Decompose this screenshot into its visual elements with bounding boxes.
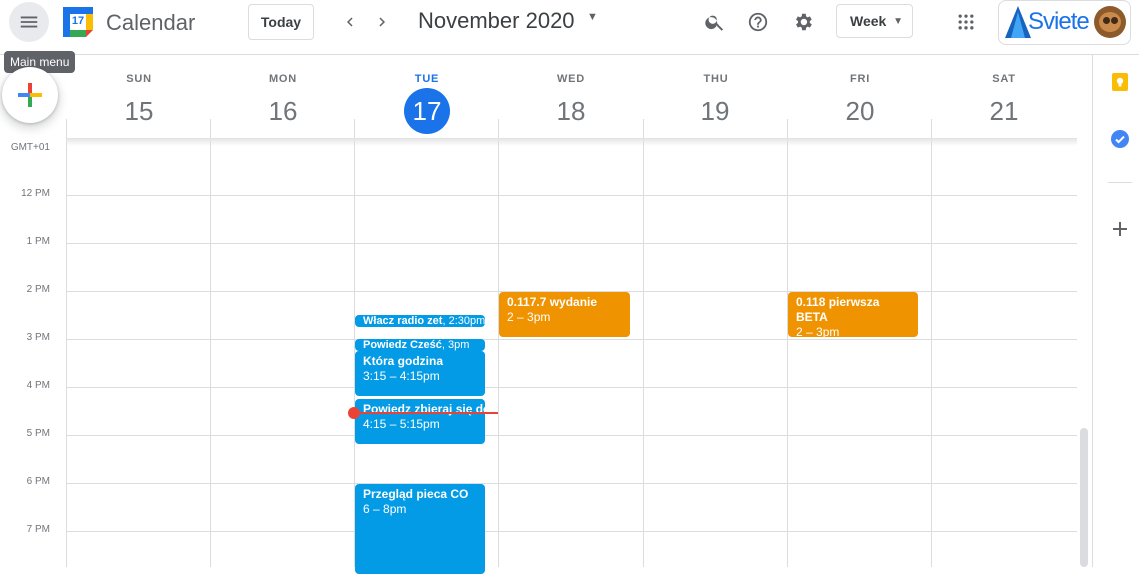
time-label: 1 PM (26, 236, 50, 247)
grid-line (498, 119, 499, 567)
event-godzina[interactable]: Która godzina 3:15 – 4:15pm (355, 351, 485, 396)
event-title: Która godzina (363, 354, 443, 368)
grid-line (66, 483, 1077, 484)
scrollbar-thumb[interactable] (1080, 428, 1088, 567)
time-label: 4 PM (26, 380, 50, 391)
grid-line (210, 119, 211, 567)
settings-button[interactable] (783, 2, 823, 42)
event-beta[interactable]: 0.118 pierwsza BETA 2 – 3pm (788, 292, 918, 337)
grid-line (66, 387, 1077, 388)
timezone-label: GMT+01 (10, 142, 50, 153)
current-time-line (354, 412, 498, 414)
event-title: Powiedz Cześć (363, 339, 442, 351)
event-title: Włacz radio zet (363, 315, 443, 327)
time-label: 12 PM (21, 188, 50, 199)
get-addons-button[interactable] (1108, 217, 1132, 241)
current-time-dot (348, 407, 360, 419)
grid-line (66, 195, 1077, 196)
grid-line (66, 243, 1077, 244)
day-of-week-wed: WED (556, 73, 586, 85)
keep-icon (1112, 73, 1128, 91)
keep-button[interactable] (1106, 68, 1134, 96)
event-time: 3:15 – 4:15pm (363, 369, 440, 383)
month-title[interactable]: November 2020 (418, 8, 575, 34)
tasks-button[interactable] (1106, 125, 1134, 153)
event-time: 4:15 – 5:15pm (363, 417, 440, 431)
main-menu-button[interactable] (9, 2, 49, 42)
day-of-week-fri: FRI (849, 73, 871, 85)
grid-line (66, 119, 67, 567)
help-icon (748, 12, 768, 32)
time-label: 2 PM (26, 284, 50, 295)
day-of-week-mon: MON (268, 73, 298, 85)
apps-grid-icon (958, 14, 974, 30)
plus-icon (1113, 222, 1127, 236)
app-title[interactable]: Calendar (106, 10, 195, 36)
today-button[interactable]: Today (248, 4, 314, 40)
chevron-left-icon (347, 17, 353, 27)
time-label: 6 PM (26, 476, 50, 487)
calendar-logo-icon: 17 (62, 6, 94, 38)
plus-icon (18, 83, 42, 107)
day-of-week-sat: SAT (992, 73, 1016, 85)
gear-icon (796, 13, 812, 31)
event-time: 2 – 3pm (796, 325, 840, 337)
grid-line (66, 339, 1077, 340)
day-number-20[interactable]: 20 (837, 88, 883, 134)
time-label: 5 PM (26, 428, 50, 439)
event-wydanie[interactable]: 0.117.7 wydanie 2 – 3pm (499, 292, 630, 337)
header-shadow (66, 138, 1077, 146)
google-apps-button[interactable] (946, 2, 986, 42)
hamburger-icon (20, 16, 38, 28)
create-button[interactable] (2, 67, 58, 123)
help-button[interactable] (738, 2, 778, 42)
event-time: 2 – 3pm (507, 310, 551, 324)
search-icon (705, 15, 724, 31)
day-of-week-tue: TUE (414, 73, 440, 85)
event-piec[interactable]: Przegląd pieca CO 6 – 8pm (355, 484, 485, 574)
view-switcher[interactable]: Week ▼ (836, 4, 913, 38)
event-time: 3pm (447, 339, 470, 351)
day-number-19[interactable]: 19 (692, 88, 738, 134)
day-number-16[interactable]: 16 (260, 88, 306, 134)
day-number-18[interactable]: 18 (548, 88, 594, 134)
calendar-logo-day: 17 (71, 15, 85, 27)
panel-divider (1108, 182, 1132, 183)
day-of-week-sun: SUN (126, 73, 152, 85)
time-label: 3 PM (26, 332, 50, 343)
grid-line (66, 435, 1077, 436)
grid-line (787, 119, 788, 567)
brand-name: Sviete (1028, 8, 1090, 35)
day-of-week-thu: THU (703, 73, 729, 85)
grid-line (66, 531, 1077, 532)
event-zbieraj[interactable]: Powiedz zbieraj się do 4:15 – 5:15pm (355, 399, 485, 444)
caret-down-icon[interactable]: ▼ (587, 11, 598, 23)
avatar[interactable] (1094, 6, 1126, 38)
search-button[interactable] (695, 2, 735, 42)
event-title: 0.118 pierwsza BETA (796, 295, 880, 324)
caret-down-icon: ▼ (893, 16, 903, 27)
next-week-button[interactable] (362, 2, 402, 42)
day-number-21[interactable]: 21 (981, 88, 1027, 134)
event-time: 6 – 8pm (363, 502, 407, 516)
tasks-icon (1111, 130, 1129, 148)
view-label: Week (850, 13, 887, 29)
event-title: Przegląd pieca CO (363, 487, 469, 501)
grid-line (643, 119, 644, 567)
day-number-17-today[interactable]: 17 (404, 88, 450, 134)
chevron-right-icon (379, 17, 385, 27)
day-number-15[interactable]: 15 (116, 88, 162, 134)
grid-line (931, 119, 932, 567)
event-title: 0.117.7 wydanie (507, 295, 598, 309)
event-radio[interactable]: Włacz radio zet, 2:30pm (355, 315, 485, 327)
event-czesc[interactable]: Powiedz Cześć, 3pm (355, 339, 485, 351)
time-label: 7 PM (26, 524, 50, 535)
event-time: 2:30pm (448, 315, 485, 327)
event-title: Powiedz zbieraj się do (363, 402, 485, 416)
